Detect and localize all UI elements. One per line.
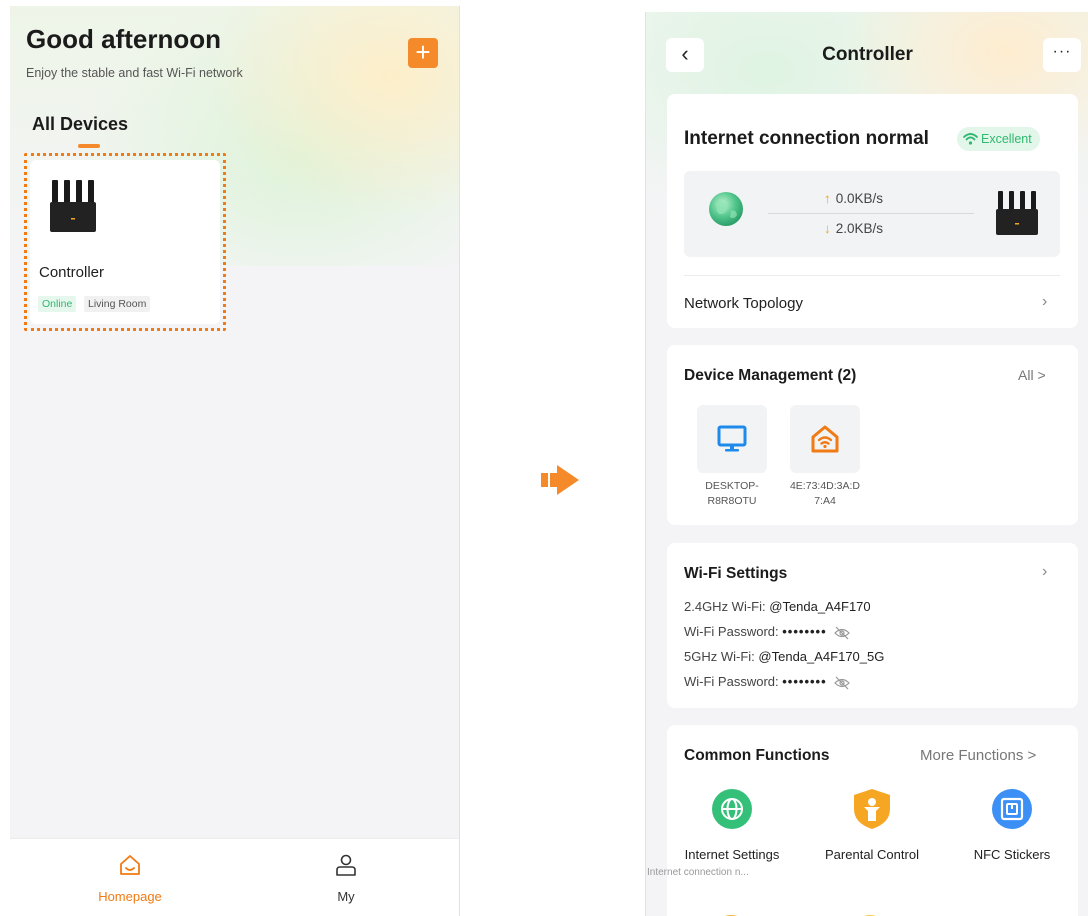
connection-card: Internet connection normal Excellent ↑ 0… bbox=[667, 94, 1078, 328]
download-arrow-icon: ↓ bbox=[824, 221, 831, 236]
add-device-button[interactable]: + bbox=[408, 38, 438, 68]
wifi-24-password-row: Wi-Fi Password: •••••••• bbox=[684, 624, 851, 640]
globe-icon bbox=[712, 789, 752, 829]
greeting-title: Good afternoon bbox=[26, 24, 221, 54]
download-speed: ↓ 2.0KB/s bbox=[824, 221, 883, 236]
eye-off-icon[interactable] bbox=[834, 626, 851, 640]
homepage-screen: Good afternoon Enjoy the stable and fast… bbox=[10, 6, 460, 916]
password-label: Wi-Fi Password: bbox=[684, 624, 779, 639]
wifi-5-row: 5GHz Wi-Fi: @Tenda_A4F170_5G bbox=[684, 649, 884, 664]
wifi-24-label: 2.4GHz Wi-Fi: bbox=[684, 599, 766, 614]
password-label: Wi-Fi Password: bbox=[684, 674, 779, 689]
device-caption-desktop: DESKTOP- R8R8OTU bbox=[705, 480, 759, 507]
nav-my-label: My bbox=[337, 889, 355, 904]
more-button[interactable]: ··· bbox=[1043, 38, 1081, 72]
arrow-right-icon bbox=[541, 465, 579, 495]
plus-icon: + bbox=[415, 37, 431, 67]
controller-screen: ‹ Controller ··· Internet connection nor… bbox=[645, 12, 1088, 916]
wifi-5-label: 5GHz Wi-Fi: bbox=[684, 649, 755, 664]
home-icon bbox=[120, 855, 140, 875]
wifi-icon bbox=[963, 133, 978, 145]
common-functions-title: Common Functions bbox=[684, 747, 830, 764]
router-icon bbox=[50, 180, 96, 232]
upload-speed: ↑ 0.0KB/s bbox=[824, 191, 883, 206]
func-label: NFC Stickers bbox=[973, 847, 1051, 862]
password-mask: •••••••• bbox=[782, 624, 827, 639]
device-name: Controller bbox=[39, 264, 105, 281]
password-mask: •••••••• bbox=[782, 674, 827, 689]
user-icon bbox=[336, 854, 356, 876]
speed-panel: ↑ 0.0KB/s ↓ 2.0KB/s bbox=[684, 171, 1060, 257]
nav-homepage-label: Homepage bbox=[98, 889, 162, 904]
status-badge: Online bbox=[38, 296, 77, 312]
smart-home-icon bbox=[811, 425, 839, 453]
wifi-5-password-row: Wi-Fi Password: •••••••• bbox=[684, 674, 851, 690]
wifi-24-row: 2.4GHz Wi-Fi: @Tenda_A4F170 bbox=[684, 599, 871, 614]
page-title: Controller bbox=[822, 44, 913, 65]
device-caption-smart-home: 4E:73:4D:3A:D 7:A4 bbox=[789, 480, 861, 507]
func-subtitle: Internet connection n... bbox=[647, 867, 749, 878]
device-card-controller[interactable]: Controller Online Living Room bbox=[30, 160, 220, 324]
device-tile-smart-home[interactable] bbox=[790, 405, 860, 473]
wifi-24-ssid: @Tenda_A4F170 bbox=[769, 599, 871, 614]
more-icon: ··· bbox=[1052, 43, 1072, 60]
chevron-right-icon: › bbox=[1042, 563, 1048, 580]
desktop-icon bbox=[717, 425, 747, 452]
all-devices-link[interactable]: All > bbox=[1018, 367, 1046, 383]
wifi-5-ssid: @Tenda_A4F170_5G bbox=[758, 649, 885, 664]
quality-badge: Excellent bbox=[957, 127, 1040, 151]
chevron-right-icon: › bbox=[1042, 293, 1048, 310]
wifi-settings-title: Wi-Fi Settings bbox=[684, 565, 788, 582]
location-badge: Living Room bbox=[84, 296, 151, 312]
eye-off-icon[interactable] bbox=[834, 676, 851, 690]
parental-icon bbox=[854, 789, 890, 829]
internet-globe-icon bbox=[709, 192, 743, 226]
device-management-card: Device Management (2) All > DESKTOP- R8R… bbox=[667, 345, 1078, 525]
upload-value: 0.0KB/s bbox=[835, 191, 884, 206]
all-devices-title: All Devices bbox=[32, 114, 129, 134]
bottom-nav: Homepage My bbox=[10, 838, 459, 916]
quality-text: Excellent bbox=[981, 132, 1032, 146]
download-value: 2.0KB/s bbox=[835, 221, 884, 236]
greeting-subtitle: Enjoy the stable and fast Wi-Fi network bbox=[26, 66, 243, 80]
speed-divider bbox=[768, 213, 974, 214]
wifi-settings-card[interactable]: Wi-Fi Settings › 2.4GHz Wi-Fi: @Tenda_A4… bbox=[667, 543, 1078, 708]
tab-underline bbox=[78, 144, 100, 148]
upload-arrow-icon: ↑ bbox=[824, 191, 831, 206]
router-icon bbox=[996, 191, 1038, 235]
common-functions-card: Common Functions More Functions > Intern… bbox=[647, 725, 1078, 916]
device-tile-desktop[interactable] bbox=[697, 405, 767, 473]
device-management-title: Device Management (2) bbox=[684, 367, 857, 384]
nfc-icon bbox=[992, 789, 1032, 829]
connection-status: Internet connection normal bbox=[684, 128, 929, 149]
divider bbox=[684, 275, 1060, 276]
nav-homepage[interactable]: Homepage bbox=[50, 839, 210, 916]
func-label: Parental Control bbox=[825, 847, 919, 862]
more-functions-link[interactable]: More Functions > bbox=[920, 747, 1036, 764]
network-topology-link[interactable]: Network Topology bbox=[684, 295, 803, 312]
nav-my[interactable]: My bbox=[266, 839, 426, 916]
func-label: Internet Settings bbox=[684, 847, 780, 862]
